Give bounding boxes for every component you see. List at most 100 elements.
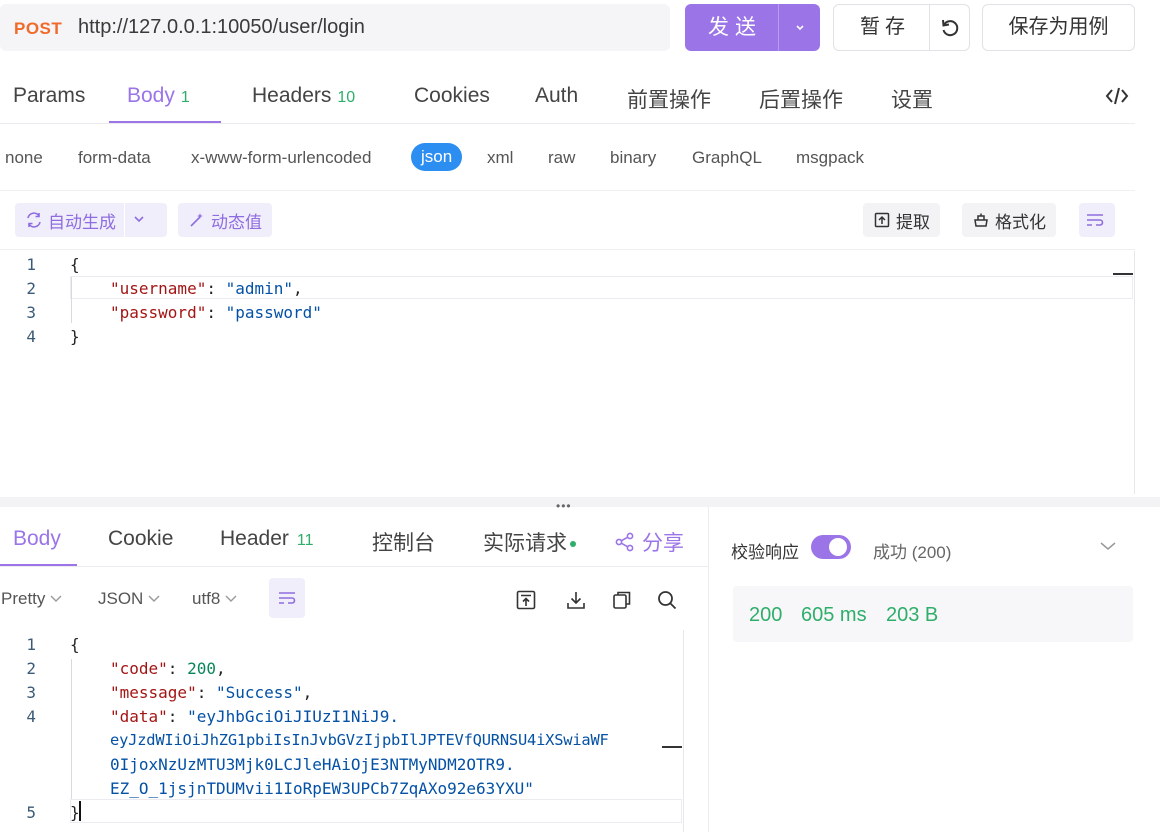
share-button[interactable]: 分享 <box>614 527 684 557</box>
line-number: 2 <box>26 279 36 298</box>
encoding-select[interactable]: utf8 <box>192 589 238 609</box>
body-type-binary[interactable]: binary <box>610 148 656 168</box>
response-tab-body[interactable]: Body <box>13 527 61 551</box>
auto-generate-button[interactable]: 自动生成 <box>15 203 167 237</box>
view-mode-select[interactable]: Pretty <box>1 589 63 609</box>
chevron-down-icon <box>148 595 160 602</box>
tab-label: 设置 <box>891 89 933 112</box>
body-type-raw[interactable]: raw <box>548 148 575 168</box>
code-line: { <box>70 255 80 274</box>
response-tab-console[interactable]: 控制台 <box>372 527 435 557</box>
status-dot <box>570 541 576 548</box>
tab-settings[interactable]: 设置 <box>891 84 933 114</box>
tab-count: 11 <box>296 532 314 549</box>
select-value: Pretty <box>1 589 46 608</box>
chevron-down-icon[interactable] <box>1099 540 1117 552</box>
refresh-icon <box>27 212 41 228</box>
divider <box>683 630 684 832</box>
tab-label: Auth <box>535 84 579 107</box>
chevron-down-icon <box>795 24 804 30</box>
code-line: "password": "password" <box>110 303 322 322</box>
save-as-case-button[interactable]: 保存为用例 <box>982 4 1135 51</box>
search-icon[interactable] <box>656 589 678 611</box>
line-number: 3 <box>26 303 36 322</box>
tab-label: Header <box>220 527 289 550</box>
word-wrap-button[interactable] <box>1079 203 1115 237</box>
word-wrap-button[interactable] <box>269 578 305 618</box>
json-value: "eyJhbGciOiJIUzI1NiJ9. <box>187 707 399 726</box>
chevron-down-icon <box>50 595 62 602</box>
code-line-wrapped: EZ_O_1jsjnTDUMvii1IoRpEW3UPCb7ZqAXo92e63… <box>110 779 534 798</box>
body-type-json[interactable]: json <box>411 143 463 171</box>
drag-handle-icon[interactable]: ••• <box>556 499 572 513</box>
method-selector[interactable]: POST <box>14 19 62 39</box>
panel-splitter[interactable] <box>0 497 1160 507</box>
response-size: 203 B <box>886 604 939 626</box>
toggle-knob <box>829 538 847 556</box>
json-value: "password" <box>225 303 322 322</box>
wrap-lines-icon <box>279 592 296 604</box>
chevron-down-icon[interactable] <box>125 215 153 225</box>
scrollbar-marker <box>1113 273 1133 275</box>
line-number: 5 <box>26 803 36 822</box>
tab-body[interactable]: Body 1 <box>127 84 190 108</box>
save-draft-button[interactable]: 暂存 <box>834 5 930 50</box>
tab-label: Body <box>127 84 175 107</box>
code-icon[interactable] <box>1104 84 1130 108</box>
body-type-graphql[interactable]: GraphQL <box>692 148 762 168</box>
dynamic-value-button[interactable]: 动态值 <box>178 203 272 237</box>
body-type-form-data[interactable]: form-data <box>78 148 151 168</box>
tab-label: Params <box>13 84 86 107</box>
download-icon[interactable] <box>565 589 587 611</box>
response-tab-cookie[interactable]: Cookie <box>108 527 173 551</box>
select-value: utf8 <box>192 589 221 608</box>
tab-pre-processors[interactable]: 前置操作 <box>627 84 711 114</box>
body-type-msgpack[interactable]: msgpack <box>796 148 864 168</box>
scrollbar-marker <box>662 746 682 748</box>
tab-label: Body <box>13 527 61 550</box>
code-line: "message": "Success", <box>110 683 313 702</box>
send-button-group: 发送 <box>685 4 820 51</box>
url-input[interactable]: http://127.0.0.1:10050/user/login <box>78 16 365 39</box>
export-icon[interactable] <box>515 589 537 611</box>
json-key: "message" <box>110 683 197 702</box>
response-tab-header[interactable]: Header 11 <box>220 527 314 551</box>
line-number: 4 <box>26 707 36 726</box>
tab-cookies[interactable]: Cookies <box>414 84 490 108</box>
refresh-icon <box>942 19 959 36</box>
body-type-urlencoded[interactable]: x-www-form-urlencoded <box>191 148 371 168</box>
line-number: 1 <box>26 635 36 654</box>
tab-params[interactable]: Params <box>13 84 85 108</box>
tab-label: Cookies <box>414 84 490 107</box>
tab-post-processors[interactable]: 后置操作 <box>759 84 843 114</box>
line-number: 1 <box>26 255 36 274</box>
format-select[interactable]: JSON <box>98 589 161 609</box>
verify-response-label: 校验响应 <box>731 543 799 562</box>
copy-icon[interactable] <box>611 589 633 611</box>
response-time: 605 ms <box>801 604 867 626</box>
tab-count: 1 <box>180 89 190 106</box>
tab-label: 实际请求 <box>483 532 567 555</box>
send-button[interactable]: 发送 <box>685 4 779 51</box>
line-number: 4 <box>26 327 36 346</box>
button-label: 格式化 <box>995 212 1046 232</box>
json-key: "data" <box>110 707 168 726</box>
send-options-button[interactable] <box>779 4 820 51</box>
tab-count: 10 <box>337 89 356 106</box>
indent-guide <box>71 659 72 799</box>
tab-auth[interactable]: Auth <box>535 84 578 108</box>
body-type-none[interactable]: none <box>5 148 43 168</box>
format-button[interactable]: 格式化 <box>962 203 1056 237</box>
response-tab-actual-request[interactable]: 实际请求 <box>483 527 576 557</box>
extract-button[interactable]: 提取 <box>863 203 940 237</box>
code-line: } <box>70 327 80 346</box>
json-key: "username" <box>110 279 207 298</box>
button-label: 分享 <box>642 532 684 555</box>
reset-button[interactable] <box>930 5 970 50</box>
tab-label: Cookie <box>108 527 174 550</box>
body-type-xml[interactable]: xml <box>487 148 513 168</box>
tab-headers[interactable]: Headers 10 <box>252 84 355 108</box>
code-line-wrapped: 0IjoxNzUzMTU3Mjk0LCJleHAiOjE3NTMyNDM2OTR… <box>110 755 515 774</box>
json-key: "password" <box>110 303 207 322</box>
format-icon <box>974 213 988 227</box>
